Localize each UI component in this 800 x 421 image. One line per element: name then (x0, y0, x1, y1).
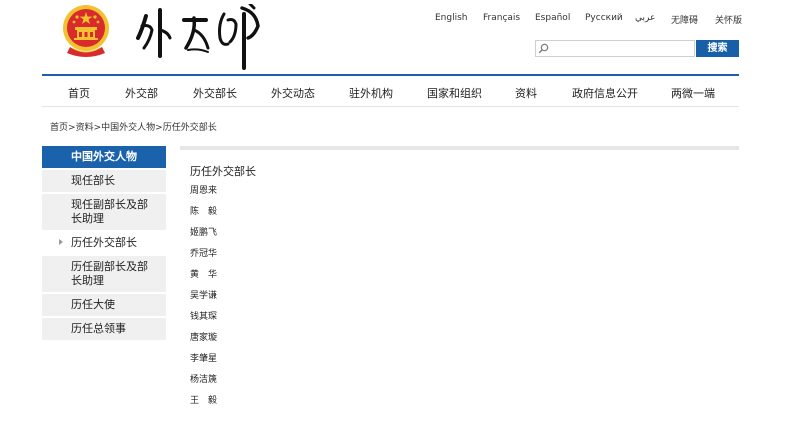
minister-link[interactable]: 陈 毅 (190, 205, 390, 226)
ministry-calligraphy-logo[interactable] (132, 4, 272, 70)
minister-link[interactable]: 吴学谦 (190, 289, 390, 310)
nav-item-countries-orgs[interactable]: 国家和组织 (427, 85, 482, 101)
nav-item-resources[interactable]: 资料 (515, 85, 537, 101)
current-arrow-icon (59, 239, 63, 245)
minister-link[interactable]: 周恩来 (190, 184, 390, 205)
nav-item-missions-abroad[interactable]: 驻外机构 (349, 85, 393, 101)
minister-link[interactable]: 钱其琛 (190, 310, 390, 331)
sidebar: 中国外交人物 现任部长 现任副部长及部长助理 历任外交部长 历任副部长及部长助理… (42, 146, 166, 342)
main-nav: 首页 外交部 外交部长 外交动态 驻外机构 国家和组织 资料 政府信息公开 两微… (0, 76, 800, 108)
minister-link[interactable]: 姬鹏飞 (190, 226, 390, 247)
content-title: 历任外交部长 (190, 165, 256, 178)
breadcrumb-diplomatic-figures[interactable]: 中国外交人物 (101, 123, 155, 133)
sidebar-item-label: 历任大使 (71, 298, 115, 311)
sidebar-header-diplomatic-figures[interactable]: 中国外交人物 (42, 146, 166, 168)
sidebar-item-current-vice-ministers[interactable]: 现任副部长及部长助理 (42, 194, 166, 230)
sidebar-item-label: 现任部长 (71, 174, 115, 187)
minister-link[interactable]: 乔冠华 (190, 247, 390, 268)
language-bar: English Français Español Русский عربي 无障… (425, 13, 755, 27)
national-emblem-logo[interactable] (60, 3, 112, 59)
lang-link-arabic[interactable]: عربي (635, 13, 655, 23)
breadcrumb-current[interactable]: 历任外交部长 (163, 123, 217, 133)
minister-link[interactable]: 李肇星 (190, 352, 390, 373)
minister-link[interactable]: 黄 华 (190, 268, 390, 289)
sidebar-item-former-vice-ministers[interactable]: 历任副部长及部长助理 (42, 256, 166, 292)
sidebar-item-label: 历任总领事 (71, 322, 126, 335)
sidebar-item-former-ministers[interactable]: 历任外交部长 (42, 232, 166, 254)
search-icon (538, 43, 549, 54)
minister-list: 周恩来 陈 毅 姬鹏飞 乔冠华 黄 华 吴学谦 钱其琛 唐家璇 李肇星 杨洁篪 … (190, 184, 390, 415)
lang-link-english[interactable]: English (435, 13, 468, 23)
sidebar-item-label: 现任副部长及部长助理 (71, 198, 148, 225)
breadcrumb-separator: > (68, 123, 76, 133)
sidebar-item-former-ambassadors[interactable]: 历任大使 (42, 294, 166, 316)
breadcrumb-separator: > (155, 123, 163, 133)
breadcrumb-home[interactable]: 首页 (50, 123, 68, 133)
lang-link-spanish[interactable]: Español (535, 13, 570, 23)
nav-bottom-divider (42, 106, 739, 107)
breadcrumb-resources[interactable]: 资料 (76, 123, 94, 133)
sidebar-item-current-minister[interactable]: 现任部长 (42, 170, 166, 192)
content-top-bar (180, 146, 739, 150)
search-button[interactable]: 搜索 (696, 40, 739, 57)
breadcrumb-separator: > (93, 123, 102, 133)
site-header: English Français Español Русский عربي 无障… (0, 0, 800, 76)
nav-item-diplomatic-news[interactable]: 外交动态 (271, 85, 315, 101)
minister-link[interactable]: 唐家璇 (190, 331, 390, 352)
accessibility-link[interactable]: 无障碍 (671, 13, 698, 26)
breadcrumb: 首页>资料>中国外交人物>历任外交部长 (50, 120, 217, 133)
sidebar-item-former-consuls-general[interactable]: 历任总领事 (42, 318, 166, 340)
search-input[interactable] (550, 41, 690, 55)
lang-link-french[interactable]: Français (483, 13, 520, 23)
sidebar-item-label: 历任副部长及部长助理 (71, 260, 148, 287)
lang-link-russian[interactable]: Русский (585, 13, 623, 23)
sidebar-item-label: 中国外交人物 (71, 150, 137, 163)
minister-link[interactable]: 王 毅 (190, 394, 390, 415)
sidebar-item-label: 历任外交部长 (71, 236, 137, 249)
nav-item-ministry[interactable]: 外交部 (125, 85, 158, 101)
elder-care-version-link[interactable]: 关怀版 (715, 13, 742, 26)
nav-item-gov-info[interactable]: 政府信息公开 (572, 85, 638, 101)
minister-link[interactable]: 杨洁篪 (190, 373, 390, 394)
nav-item-minister[interactable]: 外交部长 (193, 85, 237, 101)
nav-item-home[interactable]: 首页 (68, 85, 90, 101)
nav-item-apps[interactable]: 两微一端 (671, 85, 715, 101)
